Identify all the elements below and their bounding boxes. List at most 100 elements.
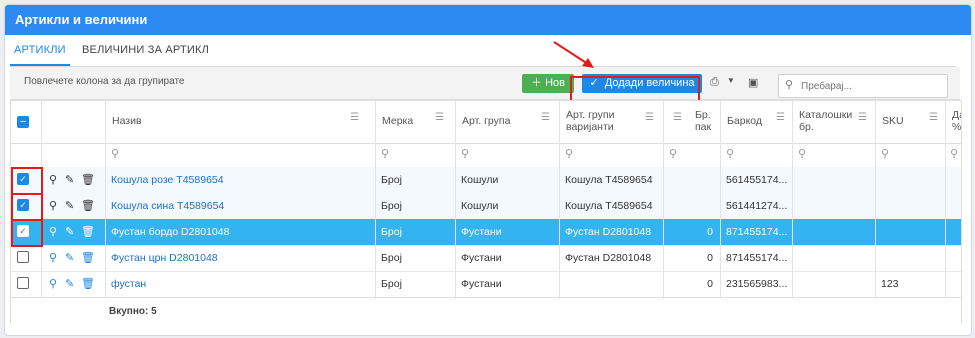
column-divider: [455, 101, 456, 323]
edit-pencil-icon[interactable]: ✎: [65, 251, 74, 264]
search-icon[interactable]: ⚲: [111, 147, 119, 160]
filter-icon[interactable]: ☰: [858, 112, 867, 123]
header-pack-count[interactable]: Бр. пак ☰: [663, 101, 720, 143]
filter-icon[interactable]: ☰: [929, 112, 938, 123]
filter-icon[interactable]: ☰: [350, 112, 359, 123]
table-row[interactable]: ✓ ⚲ ✎ 🗑 Кошула розе T4589654 Број Кошули…: [11, 167, 961, 194]
add-size-button-label: Додади величина: [604, 77, 695, 89]
row-variant: Фустан D2801048: [565, 226, 652, 238]
filter-icon[interactable]: ☰: [645, 112, 654, 123]
row-barcode: 231565983...: [726, 278, 788, 290]
header-catalog-number[interactable]: Каталошки бр. ☰: [792, 101, 875, 143]
search-icon[interactable]: ⚲: [49, 173, 57, 186]
delete-trash-icon[interactable]: 🗑: [81, 225, 95, 238]
search-icon[interactable]: ⚲: [669, 147, 677, 160]
edit-pencil-icon[interactable]: ✎: [65, 277, 74, 290]
search-icon[interactable]: ⚲: [798, 147, 806, 160]
filter-icon[interactable]: ☰: [541, 112, 550, 123]
row-checkbox[interactable]: ✓: [17, 199, 29, 211]
row-checkbox[interactable]: ✓: [17, 173, 29, 185]
row-pack: 0: [707, 226, 713, 238]
search-icon[interactable]: ⚲: [950, 147, 958, 160]
tab-sizes-for-article[interactable]: ВЕЛИЧИНИ ЗА АРТИКЛ: [82, 44, 209, 56]
row-unit: Број: [381, 252, 402, 264]
edit-pencil-icon[interactable]: ✎: [65, 199, 74, 212]
delete-trash-icon[interactable]: 🗑: [81, 173, 95, 186]
column-divider: [875, 101, 876, 323]
export-icon[interactable]: ⎙: [710, 76, 719, 89]
column-divider: [105, 101, 106, 323]
search-icon[interactable]: ⚲: [461, 147, 469, 160]
header-variant-groups[interactable]: Арт. групи варијанти ☰: [559, 101, 663, 143]
edit-pencil-icon[interactable]: ✎: [65, 173, 74, 186]
row-unit: Број: [381, 174, 402, 186]
column-divider: [663, 101, 664, 323]
search-icon[interactable]: ⚲: [381, 147, 389, 160]
header-unit[interactable]: Мерка ☰: [375, 101, 455, 143]
column-divider: [375, 101, 376, 323]
search-icon[interactable]: ⚲: [49, 225, 57, 238]
header-article-group[interactable]: Арт. група ☰: [455, 101, 559, 143]
chevron-down-icon[interactable]: ▼: [727, 76, 735, 85]
row-name[interactable]: фустан: [111, 278, 146, 290]
search-icon[interactable]: ⚲: [49, 199, 57, 212]
row-unit: Број: [381, 200, 402, 212]
row-name[interactable]: Фустан црн D2801048: [111, 252, 218, 264]
row-checkbox[interactable]: [17, 251, 29, 263]
search-icon[interactable]: ⚲: [49, 251, 57, 264]
delete-trash-icon[interactable]: 🗑: [81, 277, 95, 290]
row-group: Фустани: [461, 252, 502, 264]
delete-trash-icon[interactable]: 🗑: [81, 251, 95, 264]
row-name[interactable]: Кошула розе T4589654: [111, 174, 224, 186]
row-variant: Кошула T4589654: [565, 174, 653, 186]
annotation-arrow: [553, 41, 594, 68]
column-divider: [945, 101, 946, 323]
check-icon: ✓: [589, 77, 599, 89]
grid-header-row: – Назив ☰ Мерка ☰ Арт. група ☰ Арт. груп…: [11, 101, 961, 144]
row-group: Кошули: [461, 200, 499, 212]
add-size-button[interactable]: ✓ Додади величина: [582, 74, 702, 93]
table-row[interactable]: ⚲ ✎ 🗑 Фустан црн D2801048 Број Фустани Ф…: [11, 245, 961, 272]
edit-pencil-icon[interactable]: ✎: [65, 225, 74, 238]
tab-articles[interactable]: АРТИКЛИ: [14, 44, 66, 56]
table-row[interactable]: ⚲ ✎ 🗑 фустан Број Фустани 0 231565983...…: [11, 271, 961, 298]
delete-trash-icon[interactable]: 🗑: [81, 199, 95, 212]
row-group: Фустани: [461, 278, 502, 290]
row-checkbox[interactable]: [17, 277, 29, 289]
row-barcode: 871455174...: [726, 252, 788, 264]
row-checkbox[interactable]: ✓: [17, 225, 29, 237]
row-name[interactable]: Фустан бордо D2801048: [111, 226, 229, 238]
total-count: Вкупно: 5: [109, 306, 157, 317]
table-row[interactable]: ✓ ⚲ ✎ 🗑 Фустан бордо D2801048 Број Фуста…: [11, 219, 961, 246]
header-barcode[interactable]: Баркод ☰: [720, 101, 792, 143]
row-variant: Фустан D2801048: [565, 252, 652, 264]
row-barcode: 561455174...: [726, 174, 788, 186]
select-all-checkbox[interactable]: –: [17, 116, 29, 128]
row-name[interactable]: Кошула сина T4589654: [111, 200, 224, 212]
row-unit: Број: [381, 278, 402, 290]
search-icon[interactable]: ⚲: [726, 147, 734, 160]
row-sku: 123: [881, 278, 899, 290]
search-icon[interactable]: ⚲: [49, 277, 57, 290]
search-icon[interactable]: ⚲: [881, 147, 889, 160]
column-divider: [792, 101, 793, 323]
grid-toolbar: Повлечете колона за да групирате ＋ Нов ✓…: [10, 67, 960, 100]
search-field[interactable]: ⚲: [778, 74, 948, 98]
search-icon: ⚲: [785, 79, 794, 91]
row-pack: 0: [707, 278, 713, 290]
search-input[interactable]: [799, 78, 943, 94]
search-icon[interactable]: ⚲: [565, 147, 573, 160]
filter-icon[interactable]: ☰: [673, 112, 682, 123]
filter-icon[interactable]: ☰: [435, 112, 444, 123]
new-button-label: Нов: [545, 77, 565, 89]
plus-icon: ＋: [531, 77, 543, 89]
header-select-all[interactable]: –: [11, 101, 41, 143]
filter-icon[interactable]: ☰: [776, 112, 785, 123]
header-sku[interactable]: SKU ☰: [875, 101, 945, 143]
row-barcode: 871455174...: [726, 226, 788, 238]
header-name[interactable]: Назив ☰: [105, 101, 375, 143]
grid-filter-row: ⚲ ⚲ ⚲ ⚲ ⚲ ⚲ ⚲ ⚲ ⚲: [11, 143, 961, 168]
table-row[interactable]: ✓ ⚲ ✎ 🗑 Кошула сина T4589654 Број Кошули…: [11, 193, 961, 220]
column-chooser-icon[interactable]: ▣: [748, 76, 758, 89]
header-discount[interactable]: Да %: [945, 101, 961, 143]
